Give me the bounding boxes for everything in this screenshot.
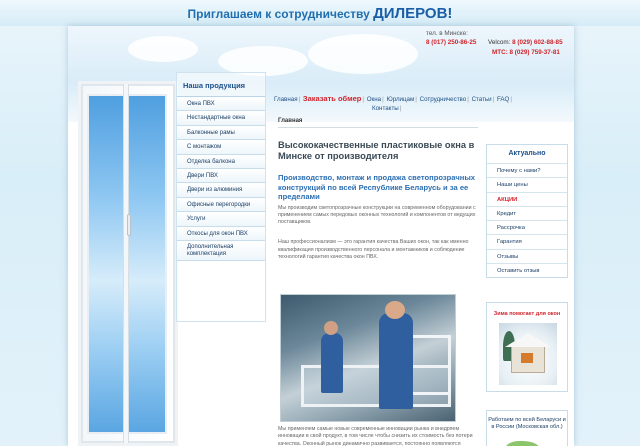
menu-item-aluminium-doors[interactable]: Двери из алюминия [177,183,265,198]
phone-minsk[interactable]: 8 (017) 250-86-25 [426,38,476,48]
menu-item-accessories[interactable]: Дополнительная комплектация [177,240,265,261]
cloud-decoration [128,36,198,62]
menu-item-balcony-frames[interactable]: Балконные рамы [177,125,265,141]
nav-cooperation[interactable]: Сотрудничество [420,96,467,103]
top-banner[interactable]: Приглашаем к сотрудничеству ДИЛЕРОВ! [0,0,640,26]
page-container: тел. в Минске: 8 (017) 250-86-25 Velcom:… [68,26,574,446]
actual-why-us[interactable]: Почему с нами? [487,163,567,177]
nav-articles[interactable]: Статьи [472,96,492,103]
snow-house-image [499,323,557,385]
actual-title: Актуально [508,150,546,157]
page-title: Высококачественные пластиковые окна в Ми… [278,140,475,161]
winter-promo-banner[interactable]: Зима помогает для окон [486,302,568,392]
right-column: Актуально Почему с нами? Наши цены АКЦИИ… [486,122,568,446]
cloud-decoration [308,34,418,74]
products-menu-title: Наша продукция [177,73,265,97]
menu-item-pvc-windows[interactable]: Окна ПВХ [177,97,265,112]
contacts-block: тел. в Минске: 8 (017) 250-86-25 Velcom:… [416,28,566,62]
innovation-paragraph: Мы применяем самые новые современные инн… [278,426,473,446]
nav-contacts[interactable]: Контакты [372,105,399,112]
actual-promotions[interactable]: АКЦИИ [487,191,567,206]
menu-item-custom-windows[interactable]: Нестандартные окна [177,111,265,126]
phone-velcom[interactable]: 8 (029) 602-88-85 [512,39,562,46]
actual-credit[interactable]: Кредит [487,205,567,220]
actual-warranty[interactable]: Гарантия [487,234,567,248]
window-handle-icon [127,214,131,236]
intro-paragraph: Мы производим светопрозрачные конструкци… [278,204,476,226]
map-icon [505,441,541,446]
actual-prices[interactable]: Наши цены [487,177,567,191]
menu-item-balcony-finish[interactable]: Отделка балкона [177,154,265,169]
production-photo [280,294,456,422]
mts-label: МТС: [492,49,508,56]
breadcrumb[interactable]: Главная [278,118,478,128]
coverage-text: Работаем по всей Беларуси и в России (Мо… [488,417,566,431]
menu-item-pvc-doors[interactable]: Двери ПВХ [177,168,265,184]
main-content: Высококачественные пластиковые окна в Ми… [278,140,480,261]
phone-mts[interactable]: 8 (029) 759-37-81 [510,49,560,56]
nav-faq[interactable]: FAQ [497,96,509,103]
actual-leave-review[interactable]: Оставить отзыв [487,263,567,277]
menu-item-office-partitions[interactable]: Офисные перегородки [177,197,265,213]
quality-paragraph: Наш профессионализм — это гарантия качес… [278,239,469,260]
velcom-label: Velcom: [488,39,511,46]
nav-legal[interactable]: Юрлицам [386,96,414,103]
window-illustration [78,81,178,446]
dealer-invitation[interactable]: Приглашаем к сотрудничеству ДИЛЕРОВ! [188,5,453,22]
menu-item-services[interactable]: Услуги [177,212,265,227]
nav-windows[interactable]: Окна [367,96,381,103]
coverage-map-banner[interactable]: Работаем по всей Беларуси и в России (Мо… [486,410,568,446]
products-menu: Наша продукция Окна ПВХ Нестандартные ок… [176,72,266,322]
window-sash [123,84,129,443]
menu-item-installation[interactable]: С монтажом [177,140,265,155]
menu-item-window-slopes[interactable]: Откосы для окон ПВХ [177,226,265,241]
actual-installment[interactable]: Рассрочка [487,220,567,234]
page-subtitle: Производство, монтаж и продажа светопроз… [278,173,476,201]
nav-home[interactable]: Главная [274,96,298,103]
promo-title: Зима помогает для окон [493,311,561,317]
nav-order-measure[interactable]: Заказать обмер [303,94,361,103]
actual-block: Актуально Почему с нами? Наши цены АКЦИИ… [486,144,568,278]
actual-reviews[interactable]: Отзывы [487,248,567,263]
top-navigation: Главная| Заказать обмер| Окна| Юрлицам| … [274,94,512,112]
